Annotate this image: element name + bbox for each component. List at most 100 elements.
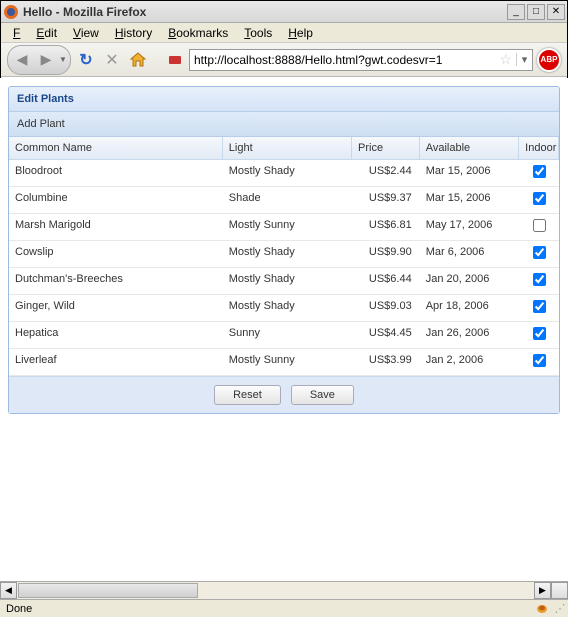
col-header-available[interactable]: Available (420, 137, 519, 159)
menu-view[interactable]: View (67, 24, 105, 42)
menu-history[interactable]: History (109, 24, 158, 42)
reset-button[interactable]: Reset (214, 385, 281, 405)
save-button[interactable]: Save (291, 385, 354, 405)
cell-price[interactable]: US$2.44 (352, 160, 420, 186)
menu-help[interactable]: Help (282, 24, 319, 42)
browser-toolbar: ◀ ▶ ▼ ↻ ✕ ☆ ▾ ABP (1, 43, 567, 77)
maximize-button[interactable]: □ (527, 4, 545, 20)
menu-bar: F Edit View History Bookmarks Tools Help (1, 23, 567, 43)
menu-file[interactable]: F (7, 24, 26, 42)
table-row[interactable]: ColumbineShadeUS$9.37Mar 15, 2006 (9, 187, 559, 214)
col-header-light[interactable]: Light (223, 137, 352, 159)
home-button[interactable] (127, 49, 149, 71)
menu-bookmarks[interactable]: Bookmarks (162, 24, 234, 42)
window-titlebar: Hello - Mozilla Firefox _ □ ✕ (1, 1, 567, 23)
cell-light[interactable]: Mostly Shady (223, 295, 352, 321)
cell-available[interactable]: Apr 18, 2006 (420, 295, 519, 321)
cell-indoor[interactable] (519, 160, 559, 186)
firebug-icon[interactable] (532, 601, 552, 617)
cell-indoor[interactable] (519, 268, 559, 294)
cell-light[interactable]: Shade (223, 187, 352, 213)
table-row[interactable]: Ginger, WildMostly ShadyUS$9.03Apr 18, 2… (9, 295, 559, 322)
menu-edit[interactable]: Edit (30, 24, 63, 42)
cell-light[interactable]: Mostly Shady (223, 241, 352, 267)
cell-price[interactable]: US$9.90 (352, 241, 420, 267)
scroll-thumb[interactable] (18, 583, 198, 598)
indoor-checkbox[interactable] (533, 327, 546, 340)
add-plant-button[interactable]: Add Plant (17, 118, 65, 130)
cell-light[interactable]: Mostly Sunny (223, 214, 352, 240)
cell-price[interactable]: US$3.99 (352, 349, 420, 375)
minimize-button[interactable]: _ (507, 4, 525, 20)
cell-name[interactable]: Ginger, Wild (9, 295, 223, 321)
scroll-corner (551, 582, 568, 599)
cell-price[interactable]: US$6.81 (352, 214, 420, 240)
panel-toolbar: Add Plant (9, 112, 559, 137)
cell-available[interactable]: May 17, 2006 (420, 214, 519, 240)
address-bar: ☆ ▾ (189, 49, 533, 71)
indoor-checkbox[interactable] (533, 219, 546, 232)
horizontal-scrollbar[interactable]: ◀ ▶ (0, 581, 568, 599)
scroll-right-button[interactable]: ▶ (534, 582, 551, 599)
cell-available[interactable]: Jan 26, 2006 (420, 322, 519, 348)
grid-body: BloodrootMostly ShadyUS$2.44Mar 15, 2006… (9, 160, 559, 376)
cell-available[interactable]: Mar 6, 2006 (420, 241, 519, 267)
table-row[interactable]: BloodrootMostly ShadyUS$2.44Mar 15, 2006 (9, 160, 559, 187)
resize-grip-icon[interactable]: ⋰ (552, 602, 568, 615)
nav-history-dropdown[interactable]: ▼ (58, 48, 68, 72)
status-text: Done (0, 603, 532, 615)
table-row[interactable]: HepaticaSunnyUS$4.45Jan 26, 2006 (9, 322, 559, 349)
cell-light[interactable]: Sunny (223, 322, 352, 348)
adblock-icon[interactable]: ABP (537, 48, 561, 72)
cell-available[interactable]: Mar 15, 2006 (420, 160, 519, 186)
cell-name[interactable]: Hepatica (9, 322, 223, 348)
table-row[interactable]: Dutchman's-BreechesMostly ShadyUS$6.44Ja… (9, 268, 559, 295)
cell-indoor[interactable] (519, 241, 559, 267)
reload-button[interactable]: ↻ (75, 49, 97, 71)
cell-price[interactable]: US$6.44 (352, 268, 420, 294)
menu-tools[interactable]: Tools (238, 24, 278, 42)
scroll-left-button[interactable]: ◀ (0, 582, 17, 599)
cell-name[interactable]: Bloodroot (9, 160, 223, 186)
cell-price[interactable]: US$9.37 (352, 187, 420, 213)
url-input[interactable] (190, 53, 495, 67)
indoor-checkbox[interactable] (533, 165, 546, 178)
address-dropdown[interactable]: ▾ (516, 53, 532, 66)
cell-name[interactable]: Marsh Marigold (9, 214, 223, 240)
cell-price[interactable]: US$4.45 (352, 322, 420, 348)
scroll-track[interactable] (17, 582, 534, 599)
indoor-checkbox[interactable] (533, 300, 546, 313)
indoor-checkbox[interactable] (533, 354, 546, 367)
cell-available[interactable]: Mar 15, 2006 (420, 187, 519, 213)
table-row[interactable]: LiverleafMostly SunnyUS$3.99Jan 2, 2006 (9, 349, 559, 376)
cell-price[interactable]: US$9.03 (352, 295, 420, 321)
indoor-checkbox[interactable] (533, 192, 546, 205)
forward-button[interactable]: ▶ (34, 48, 58, 72)
col-header-name[interactable]: Common Name (9, 137, 223, 159)
cell-indoor[interactable] (519, 349, 559, 375)
cell-available[interactable]: Jan 2, 2006 (420, 349, 519, 375)
table-row[interactable]: CowslipMostly ShadyUS$9.90Mar 6, 2006 (9, 241, 559, 268)
cell-name[interactable]: Dutchman's-Breeches (9, 268, 223, 294)
table-row[interactable]: Marsh MarigoldMostly SunnyUS$6.81May 17,… (9, 214, 559, 241)
cell-name[interactable]: Liverleaf (9, 349, 223, 375)
indoor-checkbox[interactable] (533, 273, 546, 286)
cell-indoor[interactable] (519, 295, 559, 321)
cell-indoor[interactable] (519, 214, 559, 240)
grid-header: Common Name Light Price Available Indoor (9, 137, 559, 160)
cell-light[interactable]: Mostly Shady (223, 268, 352, 294)
bookmark-star-icon[interactable]: ☆ (495, 51, 516, 68)
cell-indoor[interactable] (519, 187, 559, 213)
cell-light[interactable]: Mostly Shady (223, 160, 352, 186)
cell-name[interactable]: Cowslip (9, 241, 223, 267)
back-button[interactable]: ◀ (10, 48, 34, 72)
cell-name[interactable]: Columbine (9, 187, 223, 213)
col-header-price[interactable]: Price (352, 137, 420, 159)
cell-indoor[interactable] (519, 322, 559, 348)
stop-button[interactable]: ✕ (101, 49, 123, 71)
indoor-checkbox[interactable] (533, 246, 546, 259)
cell-available[interactable]: Jan 20, 2006 (420, 268, 519, 294)
cell-light[interactable]: Mostly Sunny (223, 349, 352, 375)
col-header-indoor[interactable]: Indoor (519, 137, 559, 159)
close-button[interactable]: ✕ (547, 4, 565, 20)
